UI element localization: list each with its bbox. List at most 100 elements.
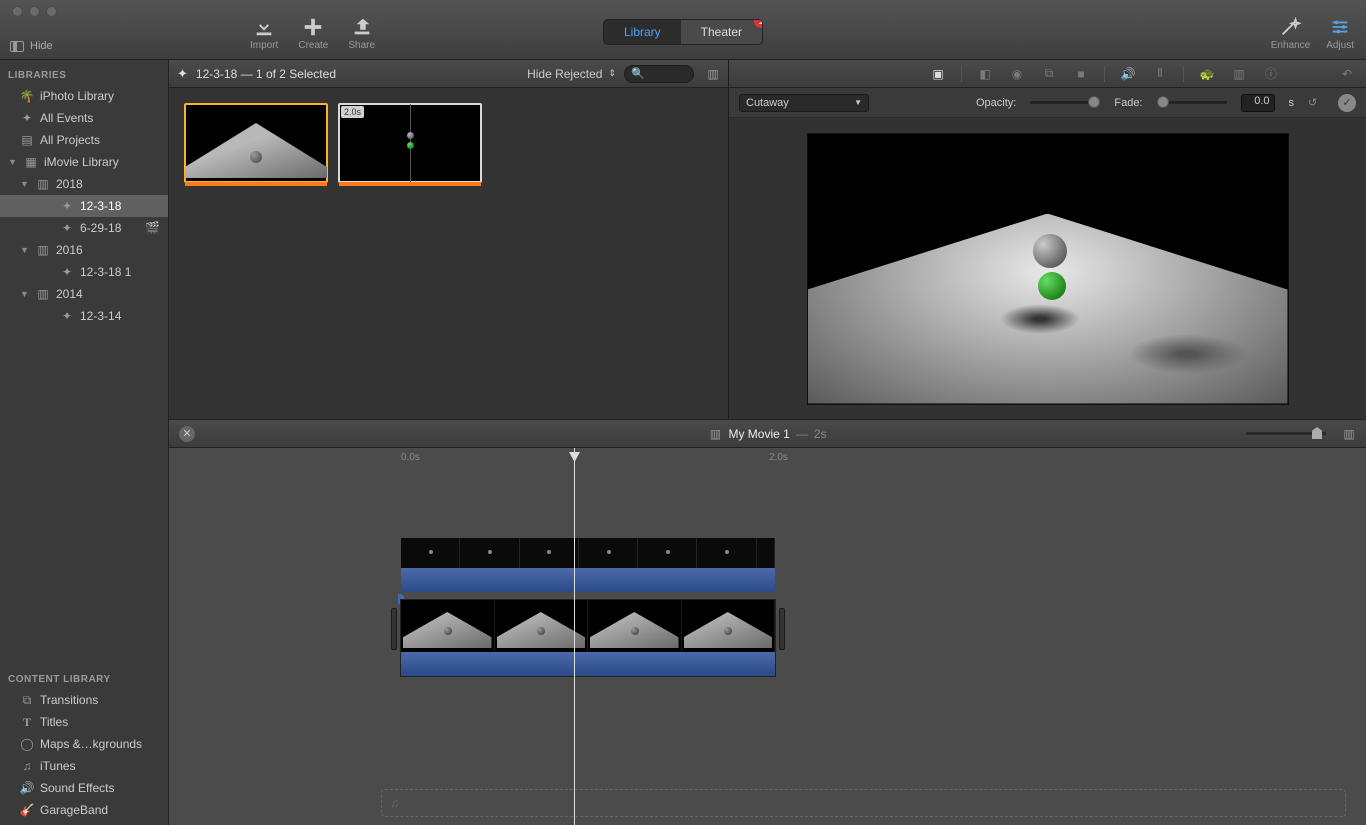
filter-label: Hide Rejected — [527, 67, 602, 81]
clip-info-button[interactable]: ▥ — [1230, 65, 1248, 83]
color-balance-button[interactable]: ◧ — [976, 65, 994, 83]
noise-reduction-button[interactable]: ⫴ — [1151, 65, 1169, 83]
undo-button[interactable]: ↶ — [1338, 65, 1356, 83]
content-label: Sound Effects — [40, 781, 115, 795]
close-project-button[interactable]: ✕ — [179, 426, 195, 442]
sidebar-item-2018[interactable]: ▼▥2018 — [0, 173, 168, 195]
create-label: Create — [298, 40, 328, 51]
clip-appearance-button[interactable]: ▥ — [706, 67, 720, 81]
reset-button[interactable]: ↺ — [1308, 96, 1324, 109]
titles-icon: T — [20, 715, 34, 729]
sidebar: LIBRARIES 🌴iPhoto Library ✦All Events ▤A… — [0, 60, 169, 825]
sidebar-item-2014[interactable]: ▼ ▥ 2014 — [0, 283, 168, 305]
music-well[interactable]: ♫ — [381, 789, 1346, 817]
overlay-type-dropdown[interactable]: Cutaway▼ — [739, 94, 869, 112]
overlay-settings-button[interactable]: ▣ — [929, 65, 947, 83]
sidebar-item-2016[interactable]: ▼▥2016 — [0, 239, 168, 261]
sidebar-item-12-3-14[interactable]: ✦12-3-14 — [0, 305, 168, 327]
create-button[interactable]: Create — [298, 8, 328, 51]
sidebar-item-imovie-library[interactable]: ▼▦iMovie Library — [0, 151, 168, 173]
share-button[interactable]: Share — [348, 8, 375, 51]
fade-slider[interactable] — [1157, 101, 1227, 104]
sidebar-item-12-3-18[interactable]: ✦12-3-18 — [0, 195, 168, 217]
preview-area[interactable] — [729, 118, 1366, 419]
timeline-ruler[interactable]: 0.0s 2.0s — [169, 448, 1366, 470]
clip-trim-handle-left[interactable] — [391, 608, 397, 650]
disclosure-icon[interactable]: ▼ — [20, 289, 30, 299]
window-controls — [4, 2, 65, 21]
viewer: ▣ ◧ ◉ ⧉ ■ 🔊 ⫴ 🐢 ▥ ⓘ ↶ Cuta — [729, 60, 1366, 419]
sidebar-item-iphoto[interactable]: 🌴iPhoto Library — [0, 85, 168, 107]
sidebar-item-12-3-18-1[interactable]: ✦12-3-18 1 — [0, 261, 168, 283]
adjust-label: Adjust — [1326, 40, 1354, 51]
content-garageband[interactable]: 🎸GarageBand — [0, 799, 168, 825]
star-icon: ✦ — [60, 199, 74, 213]
hide-sidebar-button[interactable]: Hide — [10, 40, 53, 52]
sidebar-label: 2014 — [56, 287, 83, 301]
close-window[interactable] — [12, 6, 23, 17]
sidebar-item-all-events[interactable]: ✦All Events — [0, 107, 168, 129]
clip-1[interactable] — [185, 104, 327, 182]
clip-2[interactable]: 2.0s — [339, 104, 481, 182]
music-icon: ♫ — [390, 796, 399, 810]
sidebar-item-all-projects[interactable]: ▤All Projects — [0, 129, 168, 151]
primary-track[interactable] — [401, 600, 775, 676]
clip-trim-handle-right[interactable] — [779, 608, 785, 650]
content-label: iTunes — [40, 759, 76, 773]
content-label: Titles — [40, 715, 68, 729]
project-name: My Movie 1 — [728, 427, 789, 441]
filter-dropdown[interactable]: Hide Rejected⇕ — [527, 67, 616, 81]
content-label: GarageBand — [40, 803, 108, 817]
sidebar-item-6-29-18[interactable]: ✦6-29-18🎬 — [0, 217, 168, 239]
content-titles[interactable]: T Titles — [0, 711, 168, 733]
apply-button[interactable]: ✓ — [1338, 94, 1356, 112]
primary-audio[interactable] — [401, 652, 775, 676]
sidebar-label: 12-3-14 — [80, 309, 121, 323]
plus-icon — [302, 16, 324, 38]
crop-button[interactable]: ⧉ — [1040, 65, 1058, 83]
clips-area[interactable]: 2.0s — [169, 88, 728, 419]
volume-button[interactable]: 🔊 — [1119, 65, 1137, 83]
enhance-button[interactable]: Enhance — [1271, 8, 1310, 51]
timeline-settings-button[interactable]: ▥ — [1342, 427, 1356, 441]
zoom-slider[interactable] — [1246, 432, 1326, 435]
timeline[interactable]: 0.0s 2.0s — [169, 448, 1366, 825]
calendar-icon: ▥ — [36, 287, 50, 301]
minimize-window[interactable] — [29, 6, 40, 17]
content-label: Transitions — [40, 693, 98, 707]
tab-library[interactable]: Library — [604, 20, 681, 44]
opacity-slider[interactable] — [1030, 101, 1100, 104]
opacity-label: Opacity: — [976, 97, 1016, 109]
favorite-icon[interactable]: ✦ — [177, 66, 188, 82]
speed-button[interactable]: 🐢 — [1198, 65, 1216, 83]
import-icon — [253, 16, 275, 38]
fade-value-field[interactable]: 0.0 — [1241, 94, 1275, 112]
disclosure-icon[interactable]: ▼ — [20, 245, 30, 255]
import-button[interactable]: Import — [250, 8, 278, 51]
fade-unit: s — [1289, 97, 1295, 109]
content-transitions[interactable]: ⧉ Transitions — [0, 689, 168, 711]
stabilization-button[interactable]: ■ — [1072, 65, 1090, 83]
disclosure-icon[interactable]: ▼ — [8, 157, 18, 167]
disclosure-icon[interactable]: ▼ — [20, 179, 30, 189]
enhance-label: Enhance — [1271, 40, 1310, 51]
zoom-window[interactable] — [46, 6, 57, 17]
content-sound-effects[interactable]: 🔊Sound Effects — [0, 777, 168, 799]
star-icon: ✦ — [20, 111, 34, 125]
cutaway-track[interactable] — [401, 538, 775, 592]
sliders-icon — [1329, 16, 1351, 38]
tab-theater[interactable]: Theater — [681, 20, 762, 44]
transitions-icon: ⧉ — [20, 693, 34, 707]
calendar-icon: ▥ — [36, 177, 50, 191]
help-button[interactable]: ⓘ — [1262, 65, 1280, 83]
search-input[interactable]: 🔍 — [624, 65, 694, 83]
adjust-button[interactable]: Adjust — [1326, 8, 1354, 51]
cutaway-audio[interactable] — [401, 568, 775, 592]
ruler-tick: 2.0s — [769, 452, 788, 463]
palm-icon: 🌴 — [20, 89, 34, 103]
sidebar-label: All Projects — [40, 133, 100, 147]
color-correction-button[interactable]: ◉ — [1008, 65, 1026, 83]
content-itunes[interactable]: ♫iTunes — [0, 755, 168, 777]
playhead[interactable] — [574, 448, 575, 825]
content-maps[interactable]: ◯Maps &…kgrounds — [0, 733, 168, 755]
